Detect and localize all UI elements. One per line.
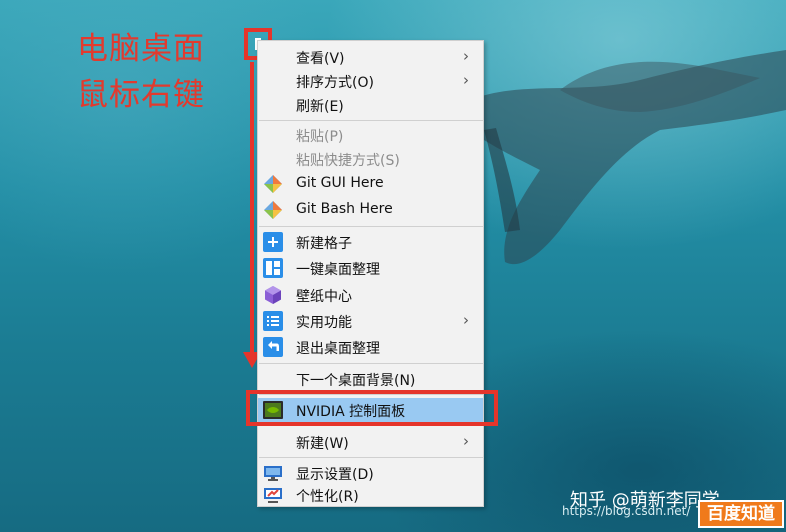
menu-item-display-settings[interactable]: 显示设置(D) <box>258 461 483 485</box>
menu-item-label: Git Bash Here <box>296 201 393 217</box>
menu-item-label: 粘贴(P) <box>296 129 344 145</box>
menu-item-new-grid[interactable]: 新建格子 <box>258 230 483 254</box>
menu-item-refresh[interactable]: 刷新(E) <box>258 93 483 117</box>
monitor-icon <box>263 463 283 483</box>
list-icon <box>263 311 283 331</box>
git-icon <box>263 200 283 220</box>
nvidia-highlight-frame <box>246 390 498 426</box>
menu-item-label: 新建格子 <box>296 236 352 252</box>
menu-item-git-gui[interactable]: Git GUI Here <box>258 172 483 196</box>
chevron-right-icon: › <box>463 47 469 65</box>
annotation-text: 电脑桌面 鼠标右键 <box>77 26 237 118</box>
menu-separator <box>259 226 483 227</box>
menu-item-new[interactable]: 新建(W) › <box>258 430 483 454</box>
menu-item-utilities[interactable]: 实用功能 › <box>258 309 483 333</box>
personalize-icon <box>263 485 283 505</box>
menu-item-exit-organize[interactable]: 退出桌面整理 <box>258 335 483 359</box>
menu-item-label: 一键桌面整理 <box>296 262 380 278</box>
annotation-arrow <box>250 62 254 354</box>
menu-item-git-bash[interactable]: Git Bash Here <box>258 198 483 222</box>
baidu-zhidao-badge: 百度知道 <box>698 500 784 528</box>
menu-item-label: 排序方式(O) <box>296 75 374 91</box>
menu-item-label: 新建(W) <box>296 436 349 452</box>
chevron-right-icon: › <box>463 432 469 450</box>
menu-item-wallpaper-center[interactable]: 壁纸中心 <box>258 283 483 307</box>
menu-item-label: 个性化(R) <box>296 489 359 505</box>
menu-separator <box>259 457 483 458</box>
menu-separator <box>259 120 483 121</box>
cube-icon <box>263 285 283 305</box>
annotation-line-1: 电脑桌面 <box>77 31 205 67</box>
url-watermark: https://blog.csdn.net/ <box>562 504 691 518</box>
menu-separator <box>259 363 483 364</box>
menu-item-personalize[interactable]: 个性化(R) <box>258 483 483 507</box>
menu-item-sort[interactable]: 排序方式(O) › <box>258 69 483 93</box>
menu-item-label: 退出桌面整理 <box>296 341 380 357</box>
git-icon <box>263 174 283 194</box>
menu-item-label: Git GUI Here <box>296 175 384 191</box>
menu-item-label: 查看(V) <box>296 51 345 67</box>
chevron-right-icon: › <box>463 71 469 89</box>
menu-item-organize-desktop[interactable]: 一键桌面整理 <box>258 256 483 280</box>
menu-item-label: 实用功能 <box>296 315 352 331</box>
menu-item-next-background[interactable]: 下一个桌面背景(N) <box>258 367 483 391</box>
menu-item-label: 下一个桌面背景(N) <box>296 373 416 389</box>
menu-item-label: 显示设置(D) <box>296 467 374 483</box>
menu-item-label: 粘贴快捷方式(S) <box>296 153 400 169</box>
menu-item-paste[interactable]: 粘贴(P) <box>258 123 483 147</box>
layout-icon <box>263 258 283 278</box>
plus-icon <box>263 232 283 252</box>
annotation-line-2: 鼠标右键 <box>77 77 205 113</box>
menu-item-paste-shortcut[interactable]: 粘贴快捷方式(S) <box>258 147 483 171</box>
menu-item-label: 刷新(E) <box>296 99 344 115</box>
menu-item-label: 壁纸中心 <box>296 289 352 305</box>
chevron-right-icon: › <box>463 311 469 329</box>
menu-item-view[interactable]: 查看(V) › <box>258 45 483 69</box>
undo-icon <box>263 337 283 357</box>
desktop-context-menu: 查看(V) › 排序方式(O) › 刷新(E) 粘贴(P) 粘贴快捷方式(S) … <box>257 40 484 507</box>
